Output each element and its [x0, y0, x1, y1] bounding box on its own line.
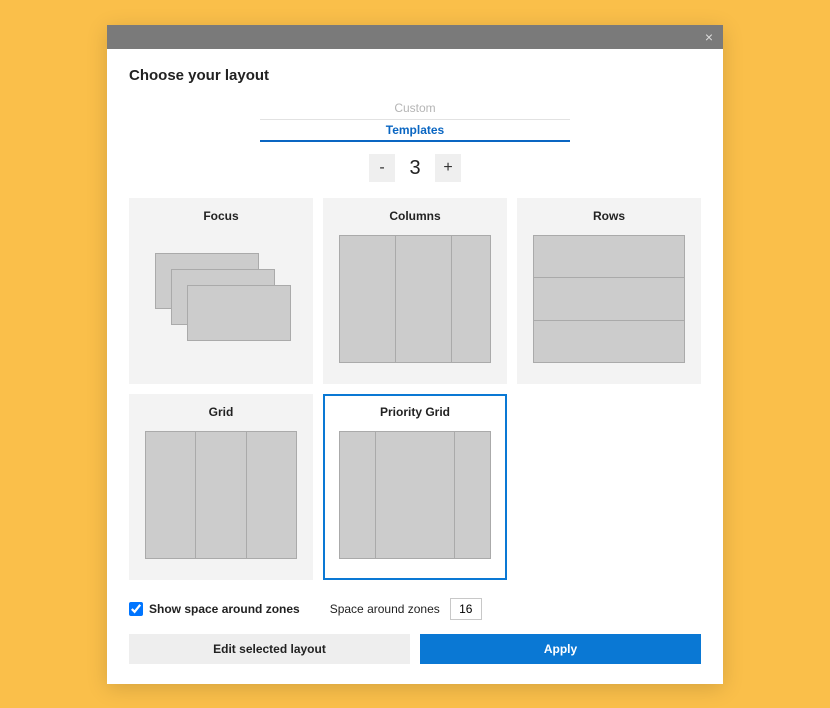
decrement-button[interactable]: -	[369, 154, 395, 182]
layout-preview-columns	[339, 235, 491, 363]
layout-label: Rows	[593, 209, 625, 223]
layout-label: Priority Grid	[380, 405, 450, 419]
layout-tile-grid[interactable]: Grid	[129, 394, 313, 580]
edit-layout-button[interactable]: Edit selected layout	[129, 634, 410, 664]
show-space-text: Show space around zones	[149, 602, 300, 616]
layout-tile-priority-grid[interactable]: Priority Grid	[323, 394, 507, 580]
increment-button[interactable]: +	[435, 154, 461, 182]
button-row: Edit selected layout Apply	[129, 634, 701, 664]
options-row: Show space around zones Space around zon…	[129, 598, 701, 620]
apply-button[interactable]: Apply	[420, 634, 701, 664]
layout-preview-grid	[145, 431, 297, 559]
show-space-checkbox[interactable]	[129, 602, 143, 616]
zone-count-value: 3	[405, 157, 425, 180]
dialog-content: Choose your layout Custom Templates - 3 …	[107, 49, 723, 684]
layout-preview-priority-grid	[339, 431, 491, 559]
layout-label: Focus	[203, 209, 238, 223]
layout-tile-focus[interactable]: Focus	[129, 198, 313, 384]
space-around-label: Space around zones	[330, 602, 440, 616]
layout-grid: Focus Columns Rows	[129, 198, 701, 580]
layout-label: Columns	[389, 209, 440, 223]
space-around-input[interactable]	[450, 598, 482, 620]
layout-label: Grid	[209, 405, 234, 419]
close-icon[interactable]: ×	[705, 30, 713, 44]
show-space-checkbox-label[interactable]: Show space around zones	[129, 602, 300, 616]
titlebar: ×	[107, 25, 723, 49]
tab-strip: Custom Templates	[260, 98, 570, 142]
layout-preview-rows	[533, 235, 685, 363]
layout-dialog: × Choose your layout Custom Templates - …	[107, 25, 723, 684]
layout-tile-rows[interactable]: Rows	[517, 198, 701, 384]
tab-custom[interactable]: Custom	[260, 98, 570, 120]
page-title: Choose your layout	[129, 67, 701, 84]
layout-tile-columns[interactable]: Columns	[323, 198, 507, 384]
tab-templates[interactable]: Templates	[260, 120, 570, 142]
zone-count-stepper: - 3 +	[129, 154, 701, 182]
layout-preview-focus	[145, 235, 297, 363]
space-around-group: Space around zones	[330, 598, 482, 620]
